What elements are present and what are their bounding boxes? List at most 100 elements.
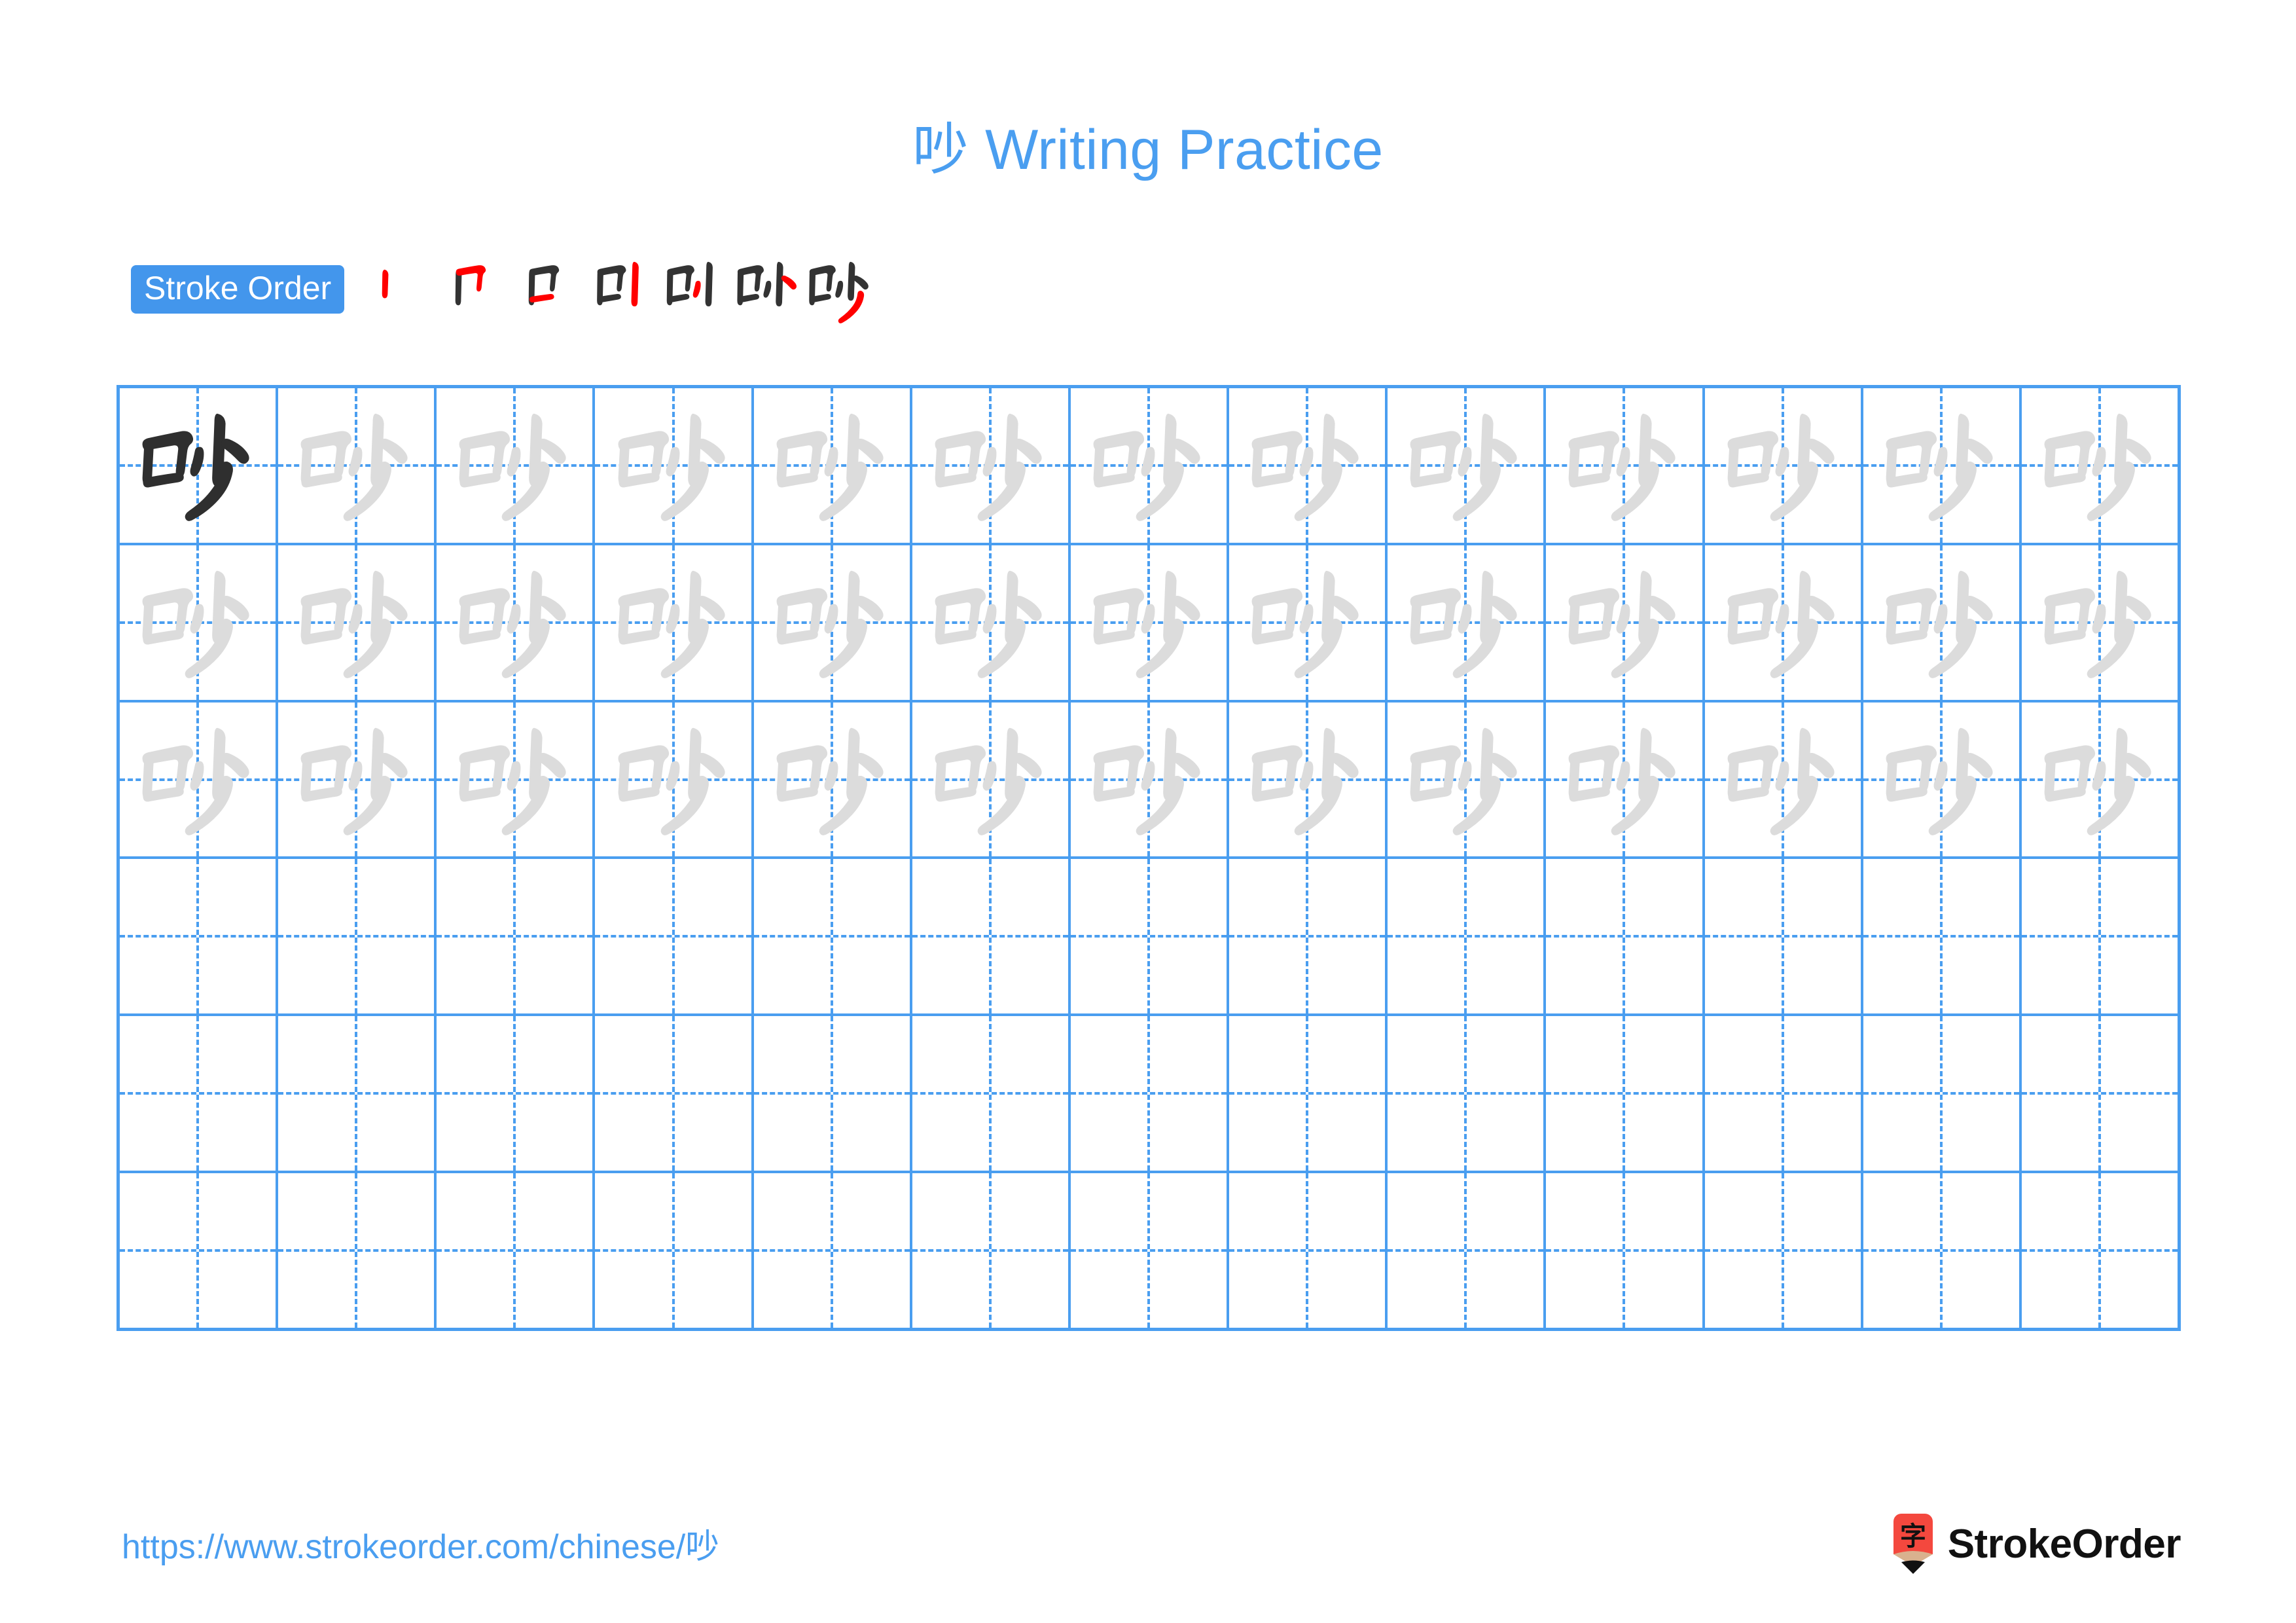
- practice-cell-trace[interactable]: [754, 702, 912, 857]
- practice-cell-blank[interactable]: [1071, 1173, 1230, 1328]
- character-glyph: [1229, 545, 1385, 700]
- stroke-step-2-icon: [435, 254, 508, 325]
- practice-cell-blank[interactable]: [437, 1016, 596, 1171]
- practice-cell-trace[interactable]: [754, 545, 912, 700]
- practice-cell-trace[interactable]: [754, 388, 912, 543]
- practice-cell-trace[interactable]: [1229, 388, 1388, 543]
- character-glyph: [1863, 545, 2019, 700]
- practice-cell-trace[interactable]: [1705, 702, 1863, 857]
- practice-cell-blank[interactable]: [1863, 1173, 2022, 1328]
- practice-cell-blank[interactable]: [120, 1016, 279, 1171]
- practice-cell-trace[interactable]: [595, 702, 754, 857]
- practice-grid-row: [120, 1016, 2178, 1174]
- practice-cell-trace[interactable]: [2022, 545, 2178, 700]
- practice-cell-trace[interactable]: [1863, 702, 2022, 857]
- practice-cell-trace[interactable]: [1546, 388, 1705, 543]
- practice-cell-blank[interactable]: [754, 1016, 912, 1171]
- practice-cell-trace[interactable]: [1071, 545, 1230, 700]
- practice-cell-blank[interactable]: [912, 1173, 1071, 1328]
- brand-logo[interactable]: 字 StrokeOrder: [1892, 1514, 2181, 1574]
- practice-cell-blank[interactable]: [1229, 1016, 1388, 1171]
- character-glyph: [595, 388, 751, 543]
- practice-cell-blank[interactable]: [912, 859, 1071, 1014]
- practice-cell-trace[interactable]: [278, 702, 437, 857]
- practice-cell-blank[interactable]: [754, 859, 912, 1014]
- practice-cell-trace[interactable]: [437, 388, 596, 543]
- character-glyph: [1546, 545, 1702, 700]
- practice-cell-blank[interactable]: [595, 1173, 754, 1328]
- practice-cell-blank[interactable]: [1388, 1016, 1547, 1171]
- practice-cell-trace[interactable]: [1705, 388, 1863, 543]
- practice-cell-trace[interactable]: [1071, 388, 1230, 543]
- practice-cell-blank[interactable]: [1388, 1173, 1547, 1328]
- practice-cell-trace[interactable]: [120, 545, 279, 700]
- practice-cell-trace[interactable]: [437, 545, 596, 700]
- practice-cell-model[interactable]: [120, 388, 279, 543]
- practice-cell-blank[interactable]: [437, 1173, 596, 1328]
- practice-cell-blank[interactable]: [754, 1173, 912, 1328]
- practice-cell-trace[interactable]: [2022, 388, 2178, 543]
- practice-grid-row: [120, 545, 2178, 702]
- practice-cell-trace[interactable]: [912, 702, 1071, 857]
- practice-cell-blank[interactable]: [437, 859, 596, 1014]
- practice-cell-blank[interactable]: [1071, 1016, 1230, 1171]
- practice-cell-trace[interactable]: [1546, 545, 1705, 700]
- character-glyph: [1705, 545, 1861, 700]
- practice-cell-blank[interactable]: [120, 859, 279, 1014]
- practice-cell-trace[interactable]: [595, 388, 754, 543]
- practice-cell-blank[interactable]: [1388, 859, 1547, 1014]
- character-glyph: [754, 388, 910, 543]
- practice-cell-trace[interactable]: [1388, 545, 1547, 700]
- practice-cell-blank[interactable]: [1705, 1016, 1863, 1171]
- practice-cell-trace[interactable]: [1229, 545, 1388, 700]
- character-glyph: [437, 702, 592, 857]
- practice-cell-trace[interactable]: [1388, 388, 1547, 543]
- practice-cell-blank[interactable]: [1546, 1173, 1705, 1328]
- practice-cell-blank[interactable]: [1863, 1016, 2022, 1171]
- character-glyph: [2022, 702, 2178, 857]
- practice-cell-trace[interactable]: [1071, 702, 1230, 857]
- practice-cell-trace[interactable]: [912, 388, 1071, 543]
- practice-cell-blank[interactable]: [595, 1016, 754, 1171]
- practice-cell-blank[interactable]: [595, 859, 754, 1014]
- practice-cell-blank[interactable]: [1546, 859, 1705, 1014]
- practice-cell-blank[interactable]: [1863, 859, 2022, 1014]
- practice-cell-trace[interactable]: [1388, 702, 1547, 857]
- practice-cell-trace[interactable]: [437, 702, 596, 857]
- practice-cell-trace[interactable]: [1546, 702, 1705, 857]
- practice-cell-blank[interactable]: [278, 1016, 437, 1171]
- practice-cell-trace[interactable]: [2022, 702, 2178, 857]
- character-glyph: [1705, 388, 1861, 543]
- practice-cell-blank[interactable]: [1229, 859, 1388, 1014]
- practice-cell-blank[interactable]: [2022, 859, 2178, 1013]
- practice-cell-blank[interactable]: [1546, 1016, 1705, 1171]
- practice-cell-trace[interactable]: [1229, 702, 1388, 857]
- practice-cell-blank[interactable]: [278, 1173, 437, 1328]
- practice-cell-trace[interactable]: [595, 545, 754, 700]
- practice-cell-blank[interactable]: [2022, 1173, 2178, 1328]
- character-glyph: [2022, 388, 2178, 543]
- practice-cell-trace[interactable]: [912, 545, 1071, 700]
- character-glyph: [120, 388, 276, 543]
- practice-cell-blank[interactable]: [1229, 1173, 1388, 1328]
- practice-cell-blank[interactable]: [1705, 1173, 1863, 1328]
- pencil-logo-icon: 字: [1892, 1514, 1935, 1574]
- practice-grid-row: [120, 859, 2178, 1017]
- practice-cell-trace[interactable]: [1705, 545, 1863, 700]
- practice-cell-blank[interactable]: [912, 1016, 1071, 1171]
- practice-cell-trace[interactable]: [1863, 388, 2022, 543]
- practice-cell-blank[interactable]: [1705, 859, 1863, 1014]
- practice-cell-blank[interactable]: [1071, 859, 1230, 1014]
- practice-cell-trace[interactable]: [278, 388, 437, 543]
- practice-grid: [117, 385, 2181, 1331]
- practice-grid-row: [120, 1173, 2178, 1328]
- practice-cell-trace[interactable]: [1863, 545, 2022, 700]
- practice-cell-trace[interactable]: [120, 702, 279, 857]
- character-glyph: [912, 388, 1068, 543]
- practice-cell-blank[interactable]: [2022, 1016, 2178, 1171]
- character-glyph: [278, 388, 434, 543]
- footer-url[interactable]: https://www.strokeorder.com/chinese/吵: [122, 1519, 719, 1568]
- practice-cell-blank[interactable]: [278, 859, 437, 1014]
- practice-cell-blank[interactable]: [120, 1173, 279, 1328]
- practice-cell-trace[interactable]: [278, 545, 437, 700]
